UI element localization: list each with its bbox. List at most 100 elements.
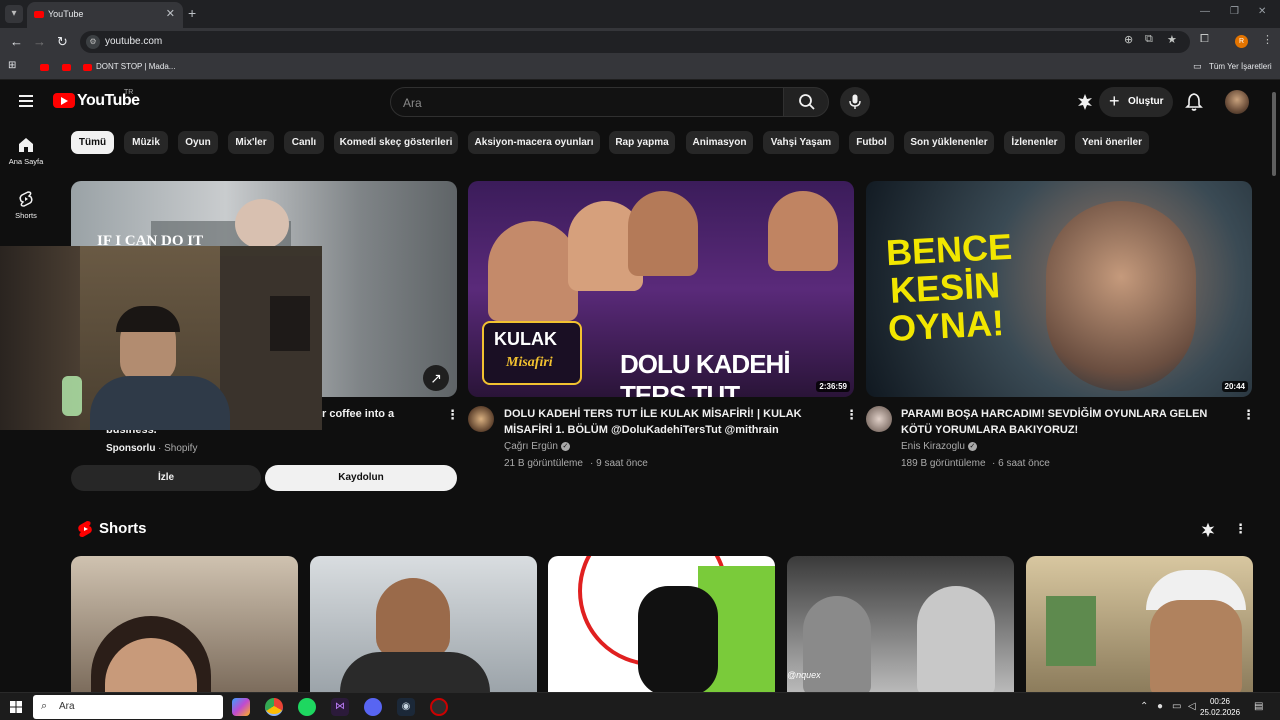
new-tab-button[interactable]: + <box>188 5 196 21</box>
chip-live[interactable]: Canlı <box>284 131 324 154</box>
copilot-app-icon[interactable] <box>232 698 250 716</box>
youtube-favicon-icon <box>34 11 44 18</box>
plus-icon: + <box>1109 91 1120 111</box>
channel-name[interactable]: Çağrı Ergün ✓ <box>504 441 570 452</box>
chip-gaming[interactable]: Oyun <box>178 131 218 154</box>
address-bar-url[interactable]: youtube.com <box>105 36 162 47</box>
create-button[interactable]: + Oluştur <box>1099 87 1173 117</box>
webcam-lamp <box>62 376 82 416</box>
ad-title-line1[interactable]: r coffee into a <box>322 406 394 422</box>
webcam-poster <box>270 296 310 351</box>
chip-wildlife[interactable]: Vahşi Yaşam <box>763 131 839 154</box>
close-window-icon[interactable]: ✕ <box>1258 6 1266 17</box>
short-thumbnail[interactable] <box>71 556 298 696</box>
short-thumbnail[interactable] <box>548 556 775 696</box>
taskbar-search-box[interactable]: ⌕ Ara <box>33 695 223 719</box>
notifications-bell-icon[interactable] <box>1184 92 1204 112</box>
activity-sparkle-icon[interactable] <box>1075 92 1095 112</box>
browser-profile-avatar[interactable]: R <box>1235 35 1248 48</box>
chip-mixes[interactable]: Mix'ler <box>228 131 274 154</box>
external-link-icon[interactable]: ↗ <box>423 365 449 391</box>
tab-search-button[interactable]: ▾ <box>5 5 23 23</box>
bookmark-youtube-1[interactable] <box>40 64 49 71</box>
channel-avatar[interactable] <box>866 406 892 432</box>
channel-avatar[interactable] <box>468 406 494 432</box>
steam-app-icon[interactable]: ◉ <box>397 698 415 716</box>
bookmark-star-icon[interactable]: ★ <box>1167 33 1177 46</box>
spotify-app-icon[interactable] <box>298 698 316 716</box>
page-scrollbar[interactable] <box>1272 92 1276 176</box>
sidebar-item-shorts[interactable]: Shorts <box>0 190 52 220</box>
chip-comedy-sketches[interactable]: Komedi skeç gösterileri <box>334 131 458 154</box>
browser-menu-icon[interactable]: ⋮ <box>1262 33 1273 46</box>
close-tab-icon[interactable]: ✕ <box>166 7 175 20</box>
search-box[interactable] <box>390 87 784 117</box>
all-bookmarks-button[interactable]: Tüm Yer İşaretleri <box>1209 62 1272 71</box>
apps-grid-icon[interactable]: ⊞ <box>8 60 16 71</box>
shorts-more-options-icon[interactable]: ⋮ <box>1234 521 1247 537</box>
taskbar-search-icon: ⌕ <box>41 700 48 712</box>
forward-arrow-icon[interactable]: → <box>33 34 46 49</box>
shorts-feedback-icon[interactable] <box>1199 521 1217 539</box>
extensions-icon[interactable]: ⧠ <box>1200 33 1209 46</box>
bookmark-youtube-2[interactable] <box>62 64 71 71</box>
obs-app-icon[interactable] <box>430 698 448 716</box>
chip-animation[interactable]: Animasyon <box>686 131 753 154</box>
back-arrow-icon[interactable]: ← <box>10 34 23 49</box>
guide-menu-icon[interactable] <box>19 95 33 107</box>
channel-name[interactable]: Enis Kirazoglu ✓ <box>901 441 977 452</box>
video-thumbnail[interactable]: KULAK Misafiri DOLU KADEHİ TERS TUT 2:36… <box>468 181 854 397</box>
discord-app-icon[interactable] <box>364 698 382 716</box>
ad-subscribe-button[interactable]: Kaydolun <box>265 465 457 491</box>
microphone-icon <box>849 94 861 109</box>
install-app-icon[interactable]: ⧉ <box>1145 33 1153 46</box>
chip-action-adventure-games[interactable]: Aksiyon-macera oyunları <box>468 131 600 154</box>
video-title[interactable]: PARAMI BOŞA HARCADIM! SEVDİĞİM OYUNLARA … <box>901 406 1231 438</box>
search-button[interactable] <box>783 87 829 117</box>
microphone-tray-icon[interactable]: ● <box>1157 701 1163 712</box>
chip-all[interactable]: Tümü <box>71 131 114 154</box>
chip-watched[interactable]: İzlenenler <box>1004 131 1065 154</box>
browser-tab-youtube[interactable]: YouTube ✕ <box>27 2 183 28</box>
chrome-app-icon[interactable] <box>265 698 283 716</box>
ad-more-options-icon[interactable]: ⋮ <box>446 407 459 423</box>
kulak-misafiri-logo: KULAK Misafiri <box>482 321 582 385</box>
youtube-logo-icon[interactable] <box>53 93 75 108</box>
restore-window-icon[interactable]: ❐ <box>1230 6 1239 17</box>
address-bar[interactable]: ⚙ youtube.com <box>80 31 1190 53</box>
bookmark-youtube-3-icon <box>83 64 92 71</box>
ad-watch-button[interactable]: İzle <box>71 465 261 491</box>
minimize-window-icon[interactable]: — <box>1200 6 1210 17</box>
chip-music[interactable]: Müzik <box>124 131 168 154</box>
chip-rap[interactable]: Rap yapma <box>609 131 675 154</box>
windows-start-icon[interactable] <box>10 701 22 713</box>
voice-search-button[interactable] <box>840 87 870 117</box>
volume-icon[interactable]: ◁ <box>1188 701 1196 712</box>
reload-icon[interactable]: ↻ <box>57 34 68 50</box>
chip-new-to-you[interactable]: Yeni öneriler <box>1075 131 1149 154</box>
short-thumbnail[interactable]: @nquex <box>787 556 1014 696</box>
bookmark-dont-stop[interactable]: DONT STOP | Mada... <box>96 62 175 71</box>
chip-football[interactable]: Futbol <box>849 131 894 154</box>
site-info-icon[interactable]: ⚙ <box>86 35 100 49</box>
video-duration: 20:44 <box>1221 381 1248 392</box>
search-input[interactable] <box>403 94 773 112</box>
notification-center-icon[interactable]: ▤ <box>1254 701 1263 712</box>
video-title[interactable]: DOLU KADEHİ TERS TUT İLE KULAK MİSAFİRİ!… <box>504 406 834 438</box>
zoom-icon[interactable]: ⊕ <box>1124 33 1133 46</box>
network-icon[interactable]: ▭ <box>1172 701 1181 712</box>
video-more-options-icon[interactable]: ⋮ <box>1242 407 1255 423</box>
taskbar-clock[interactable]: 00:26 25.02.2026 <box>1200 696 1240 718</box>
chip-recently-uploaded[interactable]: Son yüklenenler <box>904 131 994 154</box>
visual-studio-app-icon[interactable]: ⋈ <box>331 698 349 716</box>
short-person-face <box>803 596 871 696</box>
short-thumbnail[interactable] <box>310 556 537 696</box>
sidebar-item-home[interactable]: Ana Sayfa <box>0 136 52 166</box>
video-thumbnail[interactable]: BENCE KESİN OYNA! 20:44 <box>866 181 1252 397</box>
video-more-options-icon[interactable]: ⋮ <box>845 407 858 423</box>
short-thumbnail[interactable] <box>1026 556 1253 696</box>
advertiser-name[interactable]: · Shopify <box>158 443 197 454</box>
short-person-body <box>340 652 490 696</box>
account-avatar[interactable] <box>1225 90 1249 114</box>
tray-overflow-icon[interactable]: ⌃ <box>1140 701 1148 712</box>
